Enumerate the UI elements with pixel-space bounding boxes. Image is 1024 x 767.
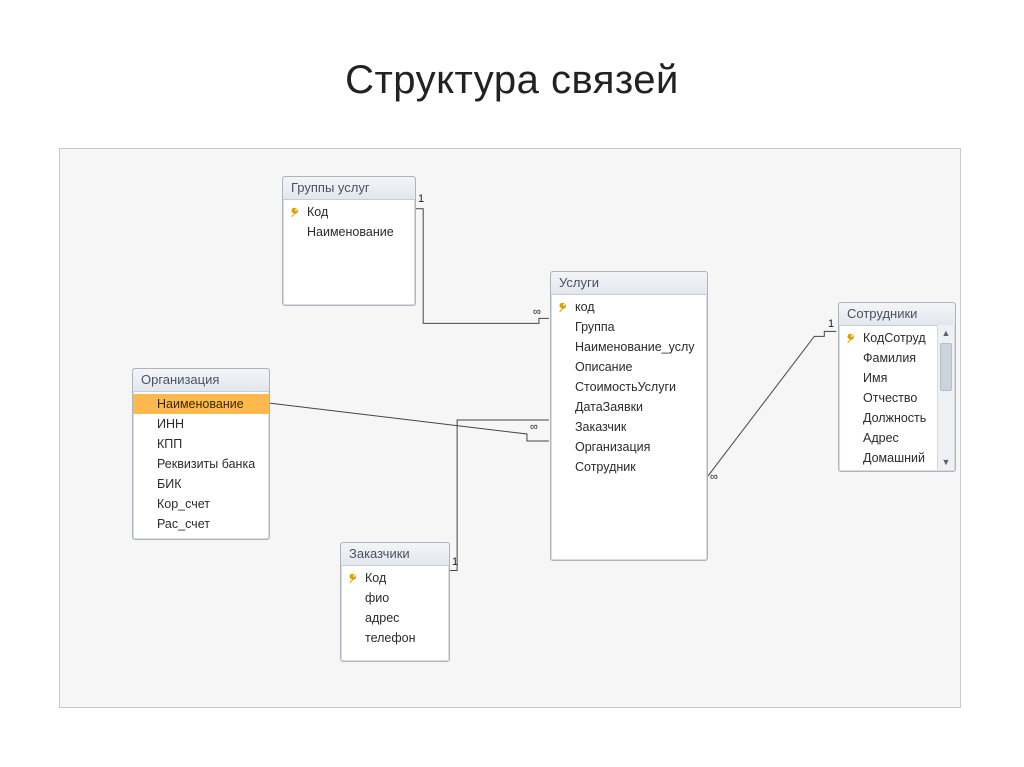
key-icon bbox=[555, 302, 571, 313]
field-name: ИНН bbox=[153, 415, 184, 433]
field-name: Код bbox=[303, 203, 328, 221]
field-name: СтоимостьУслуги bbox=[571, 378, 676, 396]
table-header: Группы услуг bbox=[283, 177, 415, 200]
field-row[interactable]: КодСотруд bbox=[839, 328, 939, 348]
field-name: Кор_счет bbox=[153, 495, 210, 513]
field-row[interactable]: Реквизиты банка bbox=[133, 454, 269, 474]
field-row[interactable]: Код bbox=[341, 568, 449, 588]
field-row[interactable]: телефон bbox=[341, 628, 449, 648]
field-row[interactable]: Кор_счет bbox=[133, 494, 269, 514]
table-header: Заказчики bbox=[341, 543, 449, 566]
table-body: код Группа Наименование_услу Описание Ст… bbox=[551, 295, 707, 479]
table-body: Код Наименование bbox=[283, 200, 415, 244]
field-name: Домашний bbox=[859, 449, 925, 467]
field-row[interactable]: Фамилия bbox=[839, 348, 939, 368]
field-row[interactable]: адрес bbox=[341, 608, 449, 628]
field-row[interactable]: Домашний bbox=[839, 448, 939, 468]
page-title: Структура связей bbox=[0, 0, 1024, 103]
key-icon bbox=[843, 333, 859, 344]
field-name: Наименование_услу bbox=[571, 338, 695, 356]
table-header: Организация bbox=[133, 369, 269, 392]
field-name: Группа bbox=[571, 318, 615, 336]
field-name: Отчество bbox=[859, 389, 917, 407]
cardinality-one: 1 bbox=[418, 193, 424, 205]
field-name: Имя bbox=[859, 369, 887, 387]
field-name: Рас_счет bbox=[153, 515, 210, 533]
scrollbar[interactable]: ▲ ▼ bbox=[937, 325, 954, 470]
field-row[interactable]: фио bbox=[341, 588, 449, 608]
field-name: фио bbox=[361, 589, 389, 607]
field-row[interactable]: КПП bbox=[133, 434, 269, 454]
scroll-up-icon[interactable]: ▲ bbox=[938, 325, 954, 341]
field-name: код bbox=[571, 298, 595, 316]
cardinality-one: 1 bbox=[828, 318, 834, 330]
field-row[interactable]: Наименование_услу bbox=[551, 337, 707, 357]
field-row[interactable]: Отчество bbox=[839, 388, 939, 408]
field-name: Адрес bbox=[859, 429, 899, 447]
key-icon bbox=[287, 207, 303, 218]
field-row[interactable]: Сотрудник bbox=[551, 457, 707, 477]
field-row[interactable]: СтоимостьУслуги bbox=[551, 377, 707, 397]
key-icon bbox=[345, 573, 361, 584]
field-row[interactable]: ДатаЗаявки bbox=[551, 397, 707, 417]
field-name: ДатаЗаявки bbox=[571, 398, 643, 416]
table-header: Услуги bbox=[551, 272, 707, 295]
field-name: КодСотруд bbox=[859, 329, 926, 347]
field-row[interactable]: БИК bbox=[133, 474, 269, 494]
cardinality-many: ∞ bbox=[533, 306, 541, 318]
field-row[interactable]: Должность bbox=[839, 408, 939, 428]
field-name: телефон bbox=[361, 629, 416, 647]
field-row[interactable]: Наименование bbox=[283, 222, 415, 242]
field-name: Наименование bbox=[303, 223, 394, 241]
field-name: Наименование bbox=[153, 395, 244, 413]
field-row[interactable]: Адрес bbox=[839, 428, 939, 448]
field-name: БИК bbox=[153, 475, 181, 493]
field-row[interactable]: Заказчик bbox=[551, 417, 707, 437]
slide: Структура связей 1 ∞ ∞ 1 ∞ 1 Группы услу… bbox=[0, 0, 1024, 767]
field-name: КПП bbox=[153, 435, 182, 453]
field-name: Реквизиты банка bbox=[153, 455, 255, 473]
table-groups[interactable]: Группы услуг Код Наименование bbox=[282, 176, 416, 306]
field-name: адрес bbox=[361, 609, 399, 627]
cardinality-many: ∞ bbox=[530, 421, 538, 433]
field-name: Должность bbox=[859, 409, 926, 427]
field-row[interactable]: Код bbox=[283, 202, 415, 222]
field-row[interactable]: Описание bbox=[551, 357, 707, 377]
table-body: Код фио адрес телефон bbox=[341, 566, 449, 650]
table-org[interactable]: Организация Наименование ИНН КПП Реквизи… bbox=[132, 368, 270, 540]
table-employees[interactable]: Сотрудники КодСотруд Фамилия Имя Отчеств… bbox=[838, 302, 956, 472]
table-services[interactable]: Услуги код Группа Наименование_услу Опис… bbox=[550, 271, 708, 561]
table-customers[interactable]: Заказчики Код фио адрес телефон bbox=[340, 542, 450, 662]
field-row-selected[interactable]: Наименование bbox=[133, 394, 269, 414]
cardinality-many: ∞ bbox=[710, 471, 718, 483]
field-row[interactable]: ИНН bbox=[133, 414, 269, 434]
scroll-down-icon[interactable]: ▼ bbox=[938, 454, 954, 470]
field-name: Сотрудник bbox=[571, 458, 636, 476]
table-header: Сотрудники bbox=[839, 303, 955, 326]
field-name: Фамилия bbox=[859, 349, 916, 367]
field-name: Организация bbox=[571, 438, 650, 456]
cardinality-one: 1 bbox=[452, 556, 458, 568]
relationships-canvas: 1 ∞ ∞ 1 ∞ 1 Группы услуг Код Наименовани… bbox=[59, 148, 961, 708]
scroll-thumb[interactable] bbox=[940, 343, 952, 391]
table-body: Наименование ИНН КПП Реквизиты банка БИК… bbox=[133, 392, 269, 536]
field-name: Описание bbox=[571, 358, 633, 376]
field-row[interactable]: Группа bbox=[551, 317, 707, 337]
field-row[interactable]: Имя bbox=[839, 368, 939, 388]
field-row[interactable]: код bbox=[551, 297, 707, 317]
field-name: Заказчик bbox=[571, 418, 626, 436]
field-name: Код bbox=[361, 569, 386, 587]
field-row[interactable]: Организация bbox=[551, 437, 707, 457]
field-row[interactable]: Рас_счет bbox=[133, 514, 269, 534]
